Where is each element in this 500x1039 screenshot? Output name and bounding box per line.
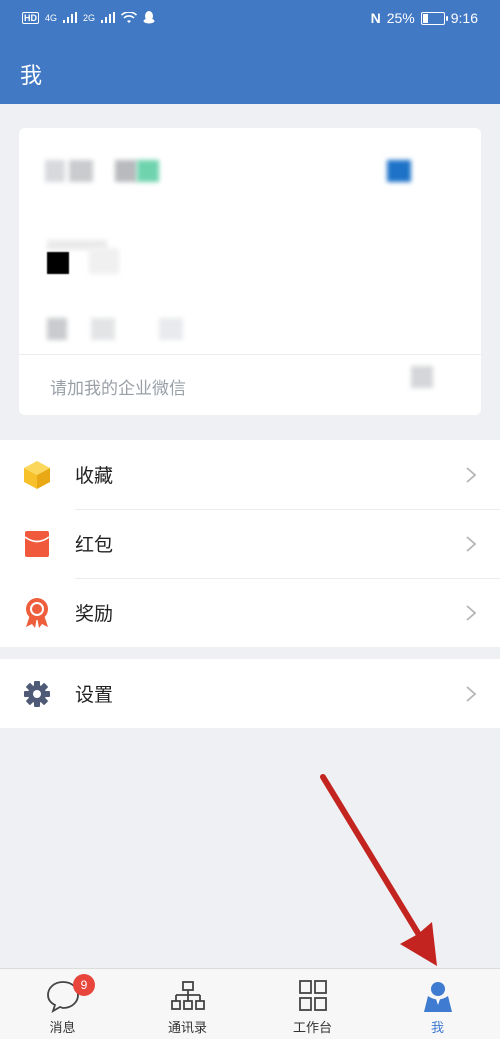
signal-icon (63, 12, 78, 23)
chevron-right-icon (466, 466, 477, 483)
profile-card[interactable]: 请加我的企业微信 (19, 128, 481, 415)
battery-percent: 25% (386, 10, 415, 26)
menu-label-favorites: 收藏 (75, 465, 114, 487)
menu-item-red-packet[interactable]: 红包 (0, 509, 500, 578)
tab-messages[interactable]: 9 消息 (0, 969, 125, 1039)
chevron-right-icon (466, 604, 477, 621)
tab-label-messages: 消息 (49, 1021, 76, 1036)
tab-label-workbench: 工作台 (292, 1021, 332, 1036)
hd-indicator: HD (22, 11, 39, 24)
profile-avatar-icon (423, 982, 452, 1012)
menu-item-rewards[interactable]: 奖励 (0, 578, 500, 647)
redacted-block (137, 160, 159, 182)
wifi-icon (121, 11, 138, 23)
network-2g-label: 2G (83, 12, 96, 23)
nfc-icon: Ν (370, 10, 381, 26)
battery-icon (420, 11, 448, 25)
menu-label-red-packet: 红包 (75, 534, 114, 556)
qq-icon (143, 11, 155, 24)
redacted-block (91, 318, 115, 340)
card-divider (19, 354, 481, 355)
page-title: 我 (20, 64, 43, 89)
status-bar: HD 4G 2G Ν 25% 9:16 (0, 0, 500, 38)
network-4g-label: 4G (45, 12, 58, 23)
red-packet-icon (22, 529, 52, 559)
clock: 9:16 (450, 10, 478, 26)
top-bar: HD 4G 2G Ν 25% 9:16 我 (0, 0, 500, 104)
redacted-block (45, 160, 65, 182)
redacted-block (115, 160, 137, 182)
cube-icon (22, 460, 52, 490)
tab-me[interactable]: 我 (375, 969, 500, 1039)
signal-icon-2 (101, 12, 116, 23)
avatar[interactable] (387, 160, 411, 182)
chevron-right-icon (466, 535, 477, 552)
redacted-block (159, 318, 183, 340)
chevron-right-icon (466, 685, 477, 702)
add-wecom-prompt[interactable]: 请加我的企业微信 (50, 374, 186, 399)
menu-section-settings: 设置 (0, 659, 500, 728)
qr-code-icon[interactable] (411, 366, 433, 388)
grid-icon (298, 980, 327, 1011)
menu-label-rewards: 奖励 (75, 603, 114, 625)
gear-icon (22, 679, 52, 709)
menu-label-settings: 设置 (75, 684, 114, 706)
tab-label-me: 我 (430, 1021, 444, 1036)
redacted-block (89, 248, 119, 274)
menu-item-settings[interactable]: 设置 (0, 659, 500, 728)
redacted-block (47, 318, 67, 340)
menu-item-favorites[interactable]: 收藏 (0, 440, 500, 509)
redacted-block (47, 252, 69, 274)
tab-label-contacts: 通讯录 (167, 1021, 207, 1036)
menu-section-main: 收藏 红包 奖励 (0, 440, 500, 647)
redacted-block (69, 160, 93, 182)
unread-badge: 9 (73, 974, 95, 996)
medal-icon (22, 597, 52, 628)
org-chart-icon (170, 981, 205, 1010)
bottom-tab-bar: 9 消息 通讯录 工作台 我 (0, 968, 500, 1039)
tab-workbench[interactable]: 工作台 (250, 969, 375, 1039)
tab-contacts[interactable]: 通讯录 (125, 969, 250, 1039)
